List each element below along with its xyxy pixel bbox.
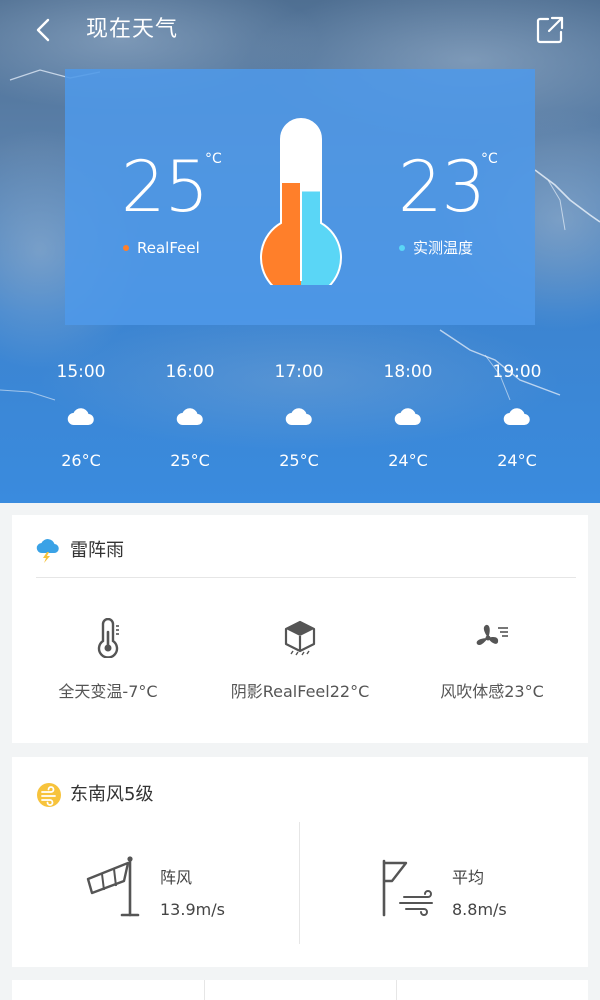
- average-label: 平均: [452, 868, 485, 887]
- flag-icon: [382, 859, 433, 917]
- hour-temperature: 26°C: [61, 451, 101, 470]
- chevron-left-icon: [36, 18, 50, 42]
- back-button[interactable]: [26, 12, 62, 48]
- actual-legend: 实测温度: [399, 238, 473, 258]
- condition-card: 雷阵雨 全天变温-7°C 阴影RealFeel22°C 风吹体感23°C: [12, 515, 588, 743]
- hour-time: 17:00: [274, 362, 324, 382]
- card-divider: [36, 577, 576, 578]
- average-value: 8.8m/s: [452, 900, 507, 919]
- stat-wind-chill: 风吹体感23°C: [396, 612, 588, 704]
- actual-label: 实测温度: [413, 239, 474, 257]
- cloud-icon: [503, 408, 530, 426]
- windsock-icon: [86, 856, 140, 917]
- actual-dot: [399, 244, 405, 251]
- top-bar: 现在天气: [0, 0, 600, 60]
- actual-unit: °C: [481, 151, 498, 167]
- stat-temperature-change: 全天变温-7°C: [12, 612, 204, 704]
- hour-time: 18:00: [383, 362, 433, 382]
- card-divider: [204, 980, 205, 1000]
- current-temperature-panel: 25 °C RealFeel 23 °C 实测温度: [65, 69, 535, 325]
- condition-title: 雷阵雨: [70, 540, 124, 561]
- hourly-item[interactable]: 16:00 25°C: [135, 355, 245, 479]
- cloud-icon: [394, 408, 421, 426]
- hour-temperature: 25°C: [170, 451, 210, 470]
- realfeel-label: RealFeel: [137, 239, 200, 257]
- cloud-icon: [285, 408, 312, 426]
- hour-temperature: 24°C: [388, 451, 428, 470]
- hourly-item[interactable]: 19:00 24°C: [462, 355, 572, 479]
- wind-title: 东南风5级: [70, 784, 154, 805]
- hour-temperature: 25°C: [279, 451, 319, 470]
- weather-hero: 现在天气 25 °C RealFeel 23 °C 实测温度 15:00 26°…: [0, 0, 600, 503]
- realfeel-legend: RealFeel: [123, 238, 200, 258]
- realfeel-dot: [123, 244, 129, 251]
- card-divider: [396, 980, 397, 1000]
- wind-icon: [37, 783, 61, 807]
- realfeel-unit: °C: [205, 151, 222, 167]
- wind-card: 东南风5级 阵风 13.9m/s 平均 8.8m/s: [12, 757, 588, 967]
- actual-temperature: 23: [398, 146, 486, 228]
- external-share-icon: [536, 16, 564, 44]
- fan-icon: [476, 624, 508, 646]
- hour-temperature: 24°C: [497, 451, 537, 470]
- next-card: [12, 980, 588, 1000]
- realfeel-temperature: 25: [121, 146, 209, 228]
- gust-label: 阵风: [160, 868, 193, 887]
- hourly-item[interactable]: 15:00 26°C: [26, 355, 136, 479]
- hourly-item[interactable]: 18:00 24°C: [353, 355, 463, 479]
- shade-cube-icon: [284, 620, 316, 656]
- thermometer-gauge: [260, 118, 342, 285]
- gust-value: 13.9m/s: [160, 900, 225, 919]
- cloud-icon: [67, 408, 94, 426]
- stat-text: 全天变温-7°C: [58, 682, 158, 701]
- share-button[interactable]: [532, 12, 568, 48]
- stat-shade-realfeel: 阴影RealFeel22°C: [204, 612, 396, 704]
- stat-text: 阴影RealFeel22°C: [230, 682, 370, 701]
- stat-text: 风吹体感23°C: [440, 682, 544, 701]
- wind-divider: [299, 822, 300, 944]
- page-title: 现在天气: [86, 17, 179, 42]
- hour-time: 19:00: [492, 362, 542, 382]
- hour-time: 16:00: [165, 362, 215, 382]
- hourly-item[interactable]: 17:00 25°C: [244, 355, 354, 479]
- thunderstorm-icon: [36, 539, 59, 563]
- thermometer-icon: [97, 618, 119, 658]
- hour-time: 15:00: [56, 362, 106, 382]
- cloud-icon: [176, 408, 203, 426]
